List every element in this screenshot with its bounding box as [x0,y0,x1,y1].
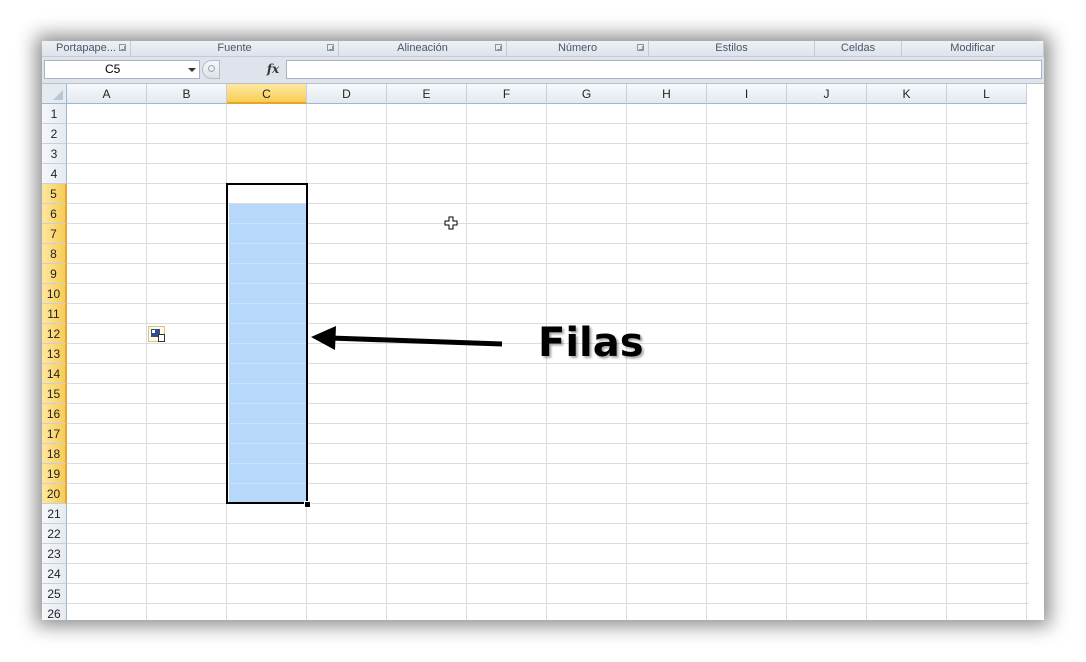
cell-cursor-icon [444,216,458,230]
ribbon-group-label: Modificar [950,42,995,54]
paste-options-icon[interactable] [148,326,165,342]
formula-bar: C5 fx [42,57,1044,84]
ribbon-group-label: Número [557,42,598,54]
name-box-value: C5 [105,62,121,76]
column-header-a[interactable]: A [67,84,147,104]
dialog-launcher-icon[interactable] [495,44,502,51]
ribbon-group-portapape: Portapape... [42,41,131,56]
ribbon-group-alineación: Alineación [339,41,507,56]
vertical-scroll-area[interactable] [1029,84,1044,620]
formula-input[interactable] [286,60,1042,79]
ribbon-group-modificar: Modificar [902,41,1044,56]
ribbon-group-label: Fuente [217,42,252,54]
row-header-1[interactable]: 1 [42,104,67,124]
select-all-button[interactable] [42,84,67,104]
dialog-launcher-icon[interactable] [119,44,126,51]
row-header-15[interactable]: 15 [42,384,67,404]
row-header-13[interactable]: 13 [42,344,67,364]
row-header-21[interactable]: 21 [42,504,67,524]
ribbon-group-número: Número [507,41,649,56]
name-box-dropdown-icon[interactable] [188,68,196,72]
column-header-b[interactable]: B [147,84,227,104]
row-header-7[interactable]: 7 [42,224,67,244]
column-header-h[interactable]: H [627,84,707,104]
row-header-22[interactable]: 22 [42,524,67,544]
row-header-14[interactable]: 14 [42,364,67,384]
row-header-11[interactable]: 11 [42,304,67,324]
row-header-17[interactable]: 17 [42,424,67,444]
column-header-e[interactable]: E [387,84,467,104]
row-header-8[interactable]: 8 [42,244,67,264]
ribbon-group-celdas: Celdas [815,41,902,56]
row-header-12[interactable]: 12 [42,324,67,344]
column-header-g[interactable]: G [547,84,627,104]
selection-border [226,183,308,504]
row-header-10[interactable]: 10 [42,284,67,304]
insert-function-icon[interactable]: fx [262,60,284,79]
row-header-9[interactable]: 9 [42,264,67,284]
fill-handle[interactable] [304,501,311,508]
name-box[interactable]: C5 [44,60,200,79]
row-header-25[interactable]: 25 [42,584,67,604]
ribbon-group-label: Estilos [715,42,748,54]
row-header-18[interactable]: 18 [42,444,67,464]
row-header-20[interactable]: 20 [42,484,67,504]
dialog-launcher-icon[interactable] [637,44,644,51]
row-header-6[interactable]: 6 [42,204,67,224]
row-header-23[interactable]: 23 [42,544,67,564]
column-header-c[interactable]: C [227,84,307,104]
ribbon-group-labels: Portapape... Fuente Alineación Número Estilo… [42,41,1044,57]
filas-annotation-label: Filas [538,320,644,366]
column-header-d[interactable]: D [307,84,387,104]
ribbon-group-label: Portapape... [56,42,116,54]
row-header-16[interactable]: 16 [42,404,67,424]
row-header-26[interactable]: 26 [42,604,67,620]
row-header-2[interactable]: 2 [42,124,67,144]
formula-bar-resize-handle[interactable] [202,60,220,79]
ribbon-group-label: Celdas [840,42,876,54]
column-header-k[interactable]: K [867,84,947,104]
row-header-19[interactable]: 19 [42,464,67,484]
column-header-l[interactable]: L [947,84,1027,104]
dialog-launcher-icon[interactable] [327,44,334,51]
column-header-i[interactable]: I [707,84,787,104]
ribbon-group-fuente: Fuente [131,41,339,56]
column-header-f[interactable]: F [467,84,547,104]
row-header-4[interactable]: 4 [42,164,67,184]
ribbon-group-label: Alineación [397,42,448,54]
row-header-5[interactable]: 5 [42,184,67,204]
row-header-3[interactable]: 3 [42,144,67,164]
row-header-24[interactable]: 24 [42,564,67,584]
column-header-j[interactable]: J [787,84,867,104]
ribbon-group-estilos: Estilos [649,41,815,56]
